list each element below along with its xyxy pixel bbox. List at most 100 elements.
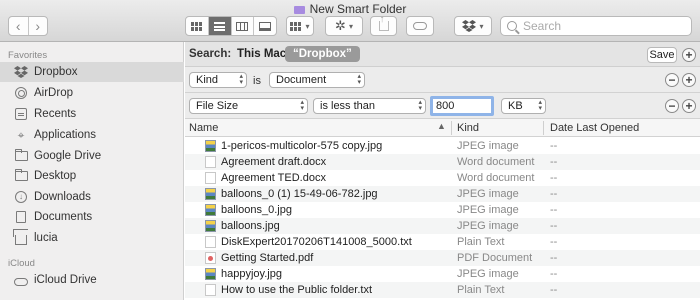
sidebar-item-label: Desktop <box>34 170 77 182</box>
image-file-icon <box>205 220 216 232</box>
column-divider[interactable] <box>451 121 452 135</box>
list-view-button[interactable] <box>207 17 231 35</box>
sidebar-item-dropbox[interactable]: Dropbox <box>0 62 184 82</box>
cover-flow-button[interactable] <box>253 17 276 35</box>
save-button[interactable]: Save <box>647 47 677 63</box>
attribute-popup[interactable]: Kind ▴ ▾ <box>189 72 247 88</box>
back-button[interactable]: ‹ <box>9 17 28 35</box>
file-name: balloons_0 (1) 15-49-06-782.jpg <box>221 188 378 200</box>
updown-arrows-icon: ▴ ▾ <box>300 99 304 112</box>
table-row[interactable]: balloons_0 (1) 15-49-06-782.jpg JPEG imag… <box>185 186 700 202</box>
chevron-down-icon: ▾ <box>479 21 484 31</box>
unit-popup[interactable]: KB ▴ ▾ <box>501 98 546 114</box>
window-title: New Smart Folder <box>0 2 700 16</box>
search-icon <box>507 21 517 31</box>
criteria-row-file-size: File Size ▴ ▾ is less than ▴ ▾ 800 KB ▴ ▾ −… <box>185 93 700 119</box>
remove-criteria-button[interactable]: − <box>665 73 679 87</box>
file-date-last-opened: -- <box>550 140 558 152</box>
sidebar-item-desktop[interactable]: Desktop <box>0 166 184 186</box>
arrange-icon <box>290 21 302 31</box>
file-date-last-opened: -- <box>550 268 558 280</box>
add-criteria-button[interactable]: + <box>682 48 696 62</box>
forward-button[interactable]: › <box>27 17 48 35</box>
file-kind: JPEG image <box>457 188 519 200</box>
file-kind: Plain Text <box>457 284 505 296</box>
tag-button[interactable] <box>406 16 434 36</box>
file-kind: Word document <box>457 172 535 184</box>
arrange-button[interactable]: ▾ <box>286 16 314 36</box>
file-name: Agreement draft.docx <box>221 156 327 168</box>
column-header-date-last-opened[interactable]: Date Last Opened <box>550 122 639 134</box>
table-row[interactable]: Agreement draft.docx Word document -- <box>185 154 700 170</box>
sidebar-item-label: AirDrop <box>34 87 73 99</box>
icon-view-icon <box>190 21 203 31</box>
document-file-icon <box>205 284 216 296</box>
sidebar-item-airdrop[interactable]: AirDrop <box>0 83 184 103</box>
column-divider[interactable] <box>543 121 544 135</box>
add-criteria-button[interactable]: + <box>682 73 696 87</box>
sidebar-item-documents[interactable]: Documents <box>0 207 184 227</box>
column-view-button[interactable] <box>230 17 254 35</box>
remove-criteria-button[interactable]: − <box>665 99 679 113</box>
add-criteria-button[interactable]: + <box>682 99 696 113</box>
column-header-kind[interactable]: Kind <box>457 122 479 134</box>
updown-arrows-icon: ▴ ▾ <box>538 99 542 112</box>
file-size-input[interactable]: 800 <box>430 96 494 116</box>
file-name: How to use the Public folder.txt <box>221 284 373 296</box>
file-name: balloons.jpg <box>221 220 280 232</box>
file-date-last-opened: -- <box>550 252 558 264</box>
file-kind: JPEG image <box>457 204 519 216</box>
operator-value: is less than <box>320 100 376 112</box>
scope-this-mac[interactable]: This Mac <box>237 48 286 60</box>
chevron-down-icon: ▾ <box>348 21 353 31</box>
sidebar-item-google-drive[interactable]: Google Drive <box>0 146 184 166</box>
icon-view-button[interactable] <box>186 17 208 35</box>
sidebar-item-lucia[interactable]: lucia <box>0 228 184 248</box>
table-row[interactable]: happyjoy.jpg JPEG image -- <box>185 266 700 282</box>
kind-value-popup[interactable]: Document ▴ ▾ <box>269 72 365 88</box>
action-button[interactable]: ✲ ▾ <box>325 16 363 36</box>
image-file-icon <box>205 204 216 216</box>
updown-arrows-icon: ▴ ▾ <box>418 99 422 112</box>
sidebar-item-applications[interactable]: ⌖ Applications <box>0 125 184 145</box>
file-date-last-opened: -- <box>550 236 558 248</box>
sidebar-item-label: iCloud Drive <box>34 274 97 286</box>
tag-icon <box>413 22 427 30</box>
operator-popup[interactable]: is less than ▴ ▾ <box>313 98 426 114</box>
sidebar-item-label: Google Drive <box>34 150 102 162</box>
window-title-text: New Smart Folder <box>309 2 407 16</box>
share-button[interactable] <box>370 14 397 36</box>
column-header-name[interactable]: Name <box>189 122 218 134</box>
table-row[interactable]: Agreement TED.docx Word document -- <box>185 170 700 186</box>
dropbox-icon <box>14 66 28 78</box>
table-row[interactable]: balloons_0.jpg JPEG image -- <box>185 202 700 218</box>
dropbox-menu-button[interactable]: ▾ <box>454 16 492 36</box>
cloud-icon <box>14 277 28 286</box>
table-row[interactable]: 1-pericos-multicolor-575 copy.jpg JPEG im… <box>185 138 700 154</box>
updown-arrows-icon: ▴ ▾ <box>239 73 243 86</box>
scope-dropbox[interactable]: “Dropbox” <box>285 46 360 62</box>
folder-icon <box>14 169 28 181</box>
file-date-last-opened: -- <box>550 220 558 232</box>
attribute-value: File Size <box>196 100 239 112</box>
document-file-icon <box>205 172 216 184</box>
table-row[interactable]: DiskExpert20170206T141008_5000.txt Plain … <box>185 234 700 250</box>
search-field[interactable]: Search <box>500 16 692 36</box>
file-kind: Word document <box>457 156 535 168</box>
main-content: Search: This Mac “Dropbox” Save + Kind ▴… <box>185 42 700 300</box>
sidebar-item-label: lucia <box>34 232 58 244</box>
sidebar-item-recents[interactable]: Recents <box>0 104 184 124</box>
table-row[interactable]: Getting Started.pdf PDF Document -- <box>185 250 700 266</box>
table-row[interactable]: balloons.jpg JPEG image -- <box>185 218 700 234</box>
attribute-popup[interactable]: File Size ▴ ▾ <box>189 98 308 114</box>
file-kind: JPEG image <box>457 220 519 232</box>
share-icon <box>378 14 389 31</box>
sidebar-item-downloads[interactable]: ↓ Downloads <box>0 187 184 207</box>
applications-icon: ⌖ <box>17 127 25 142</box>
file-kind: Plain Text <box>457 236 505 248</box>
kind-value: Document <box>276 74 327 86</box>
table-row[interactable]: How to use the Public folder.txt Plain Te… <box>185 282 700 298</box>
file-date-last-opened: -- <box>550 284 558 296</box>
sidebar-item-icloud-drive[interactable]: iCloud Drive <box>0 270 184 290</box>
image-file-icon <box>205 268 216 280</box>
